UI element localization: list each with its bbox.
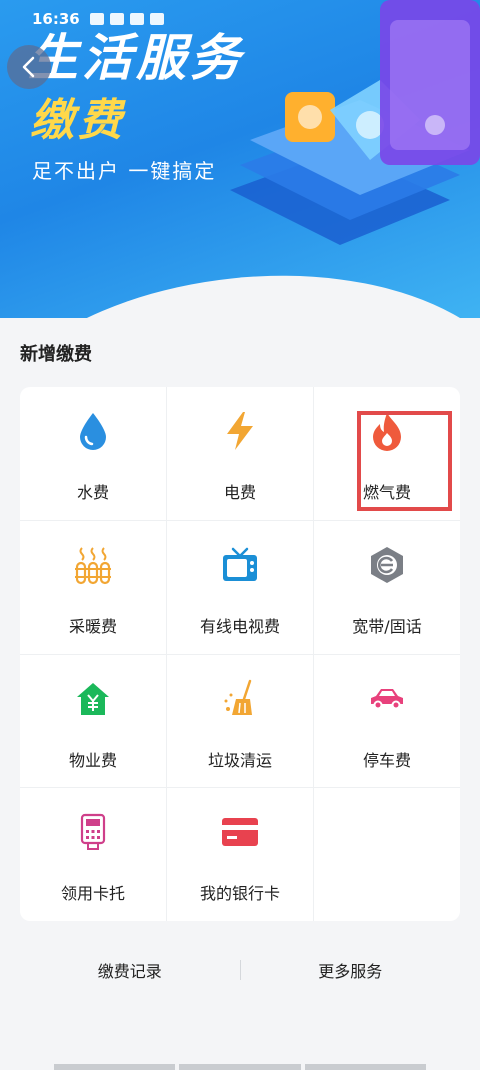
car-icon: [365, 677, 409, 721]
lightning-icon: [218, 409, 262, 453]
chevron-left-icon: [22, 56, 35, 78]
service-label: 采暖费: [68, 617, 117, 636]
service-label: 水费: [76, 483, 109, 502]
service-bank-card[interactable]: 我的银行卡: [167, 788, 314, 921]
service-broadband[interactable]: 宽带/固话: [314, 521, 460, 655]
bottom-links: 缴费记录 更多服务: [20, 950, 460, 990]
service-label: 电费: [223, 483, 256, 502]
service-cable-tv[interactable]: 有线电视费: [167, 521, 314, 655]
service-card-holder[interactable]: 领用卡托: [20, 788, 167, 921]
service-water[interactable]: 水费: [20, 387, 167, 521]
banner-slogan: 足不出户 一键搞定: [32, 159, 217, 183]
section-title: 新增缴费: [20, 344, 92, 365]
service-label: 停车费: [362, 751, 411, 770]
more-services-link[interactable]: 更多服务: [241, 958, 461, 982]
water-drop-icon: [71, 409, 115, 453]
service-label: 有线电视费: [199, 617, 280, 636]
card-reader-icon: [71, 810, 115, 854]
service-label: 宽带/固话: [352, 617, 422, 636]
back-button[interactable]: [7, 45, 51, 89]
bank-card-icon: [218, 810, 262, 854]
highlight-box: [357, 411, 452, 511]
service-label: 我的银行卡: [199, 884, 280, 903]
empty-cell: [314, 788, 460, 921]
banner-title: 生活服务: [28, 29, 244, 87]
service-heating[interactable]: 采暖费: [20, 521, 167, 655]
bottom-nav-bar: [54, 1064, 426, 1070]
tv-icon: [218, 543, 262, 587]
banner-illustration: [230, 0, 480, 245]
banner-subtitle: 缴费: [30, 95, 126, 146]
service-label: 垃圾清运: [207, 751, 272, 770]
service-garbage[interactable]: 垃圾清运: [167, 655, 314, 788]
house-yuan-icon: [71, 677, 115, 721]
payment-records-link[interactable]: 缴费记录: [20, 958, 240, 982]
radiator-icon: [71, 543, 115, 587]
service-label: 领用卡托: [60, 884, 125, 903]
broom-icon: [218, 677, 262, 721]
service-label: 物业费: [68, 751, 117, 770]
banner: 16:36 生活服务 缴费 足不出户 一键搞定: [0, 0, 480, 318]
service-parking[interactable]: 停车费: [314, 655, 460, 788]
service-property[interactable]: 物业费: [20, 655, 167, 788]
service-electricity[interactable]: 电费: [167, 387, 314, 521]
broadband-icon: [365, 543, 409, 587]
